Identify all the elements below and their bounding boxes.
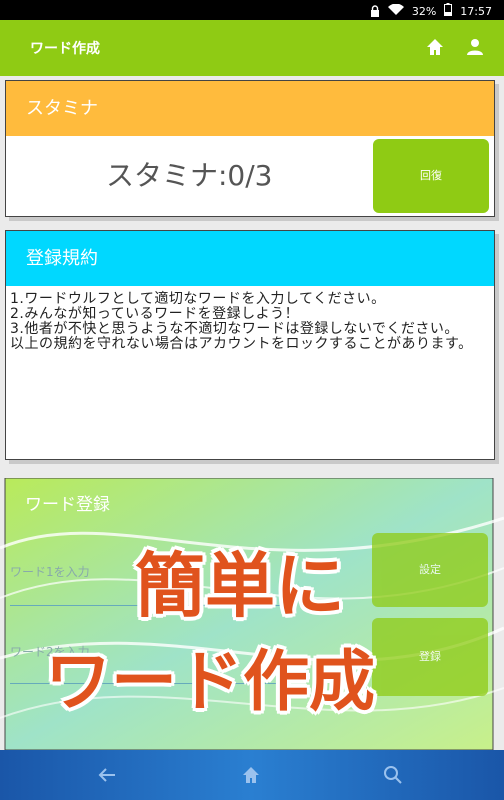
rules-line: 以上の規約を守れない場合はアカウントをロックすることがあります。 bbox=[10, 336, 473, 352]
stamina-card: スタミナ スタミナ:0/3 回復 bbox=[5, 80, 495, 217]
word-register-card: ワード登録 ワード1を入力 ワード2を入力 設定 登録 簡単に ワード作成 bbox=[0, 478, 504, 750]
recover-button[interactable]: 回復 bbox=[373, 139, 489, 213]
search-icon[interactable] bbox=[382, 764, 404, 786]
lock-icon bbox=[370, 5, 380, 17]
status-icons: 32% 17:57 bbox=[370, 3, 492, 19]
set-button[interactable]: 設定 bbox=[372, 533, 488, 607]
word-register-header: ワード登録 bbox=[25, 495, 110, 515]
rules-card: 登録規約 1.ワードウルフとして適切なワードを入力してください。 2.みんなが知… bbox=[5, 230, 495, 460]
register-button[interactable]: 登録 bbox=[372, 618, 488, 696]
clock-text: 17:57 bbox=[460, 4, 492, 18]
stamina-row: スタミナ:0/3 回復 bbox=[6, 136, 494, 216]
profile-icon[interactable] bbox=[464, 36, 486, 58]
rules-header: 登録規約 bbox=[6, 231, 494, 286]
rules-line: 3.他者が不快と思うような不適切なワードは登録しないでください。 bbox=[10, 321, 459, 337]
stamina-header: スタミナ bbox=[6, 81, 494, 136]
rules-text: 1.ワードウルフとして適切なワードを入力してください。 2.みんなが知っているワ… bbox=[6, 286, 494, 352]
promo-line1: 簡単に bbox=[135, 545, 345, 627]
home-icon[interactable] bbox=[424, 36, 446, 58]
navigation-bar bbox=[0, 750, 504, 800]
word1-placeholder: ワード1を入力 bbox=[10, 565, 90, 579]
battery-icon bbox=[444, 3, 453, 19]
app-bar: ワード作成 bbox=[0, 20, 504, 76]
stamina-value: スタミナ:0/3 bbox=[106, 159, 273, 192]
status-bar: 32% 17:57 bbox=[0, 0, 504, 20]
promo-line2: ワード作成 bbox=[45, 643, 375, 720]
wifi-icon bbox=[387, 3, 404, 19]
battery-text: 32% bbox=[411, 4, 437, 18]
home-nav-icon[interactable] bbox=[240, 764, 262, 786]
rules-line: 1.ワードウルフとして適切なワードを入力してください。 bbox=[10, 291, 386, 307]
back-icon[interactable] bbox=[96, 764, 118, 786]
rules-line: 2.みんなが知っているワードを登録しよう！ bbox=[10, 306, 300, 322]
page-title: ワード作成 bbox=[30, 41, 100, 57]
